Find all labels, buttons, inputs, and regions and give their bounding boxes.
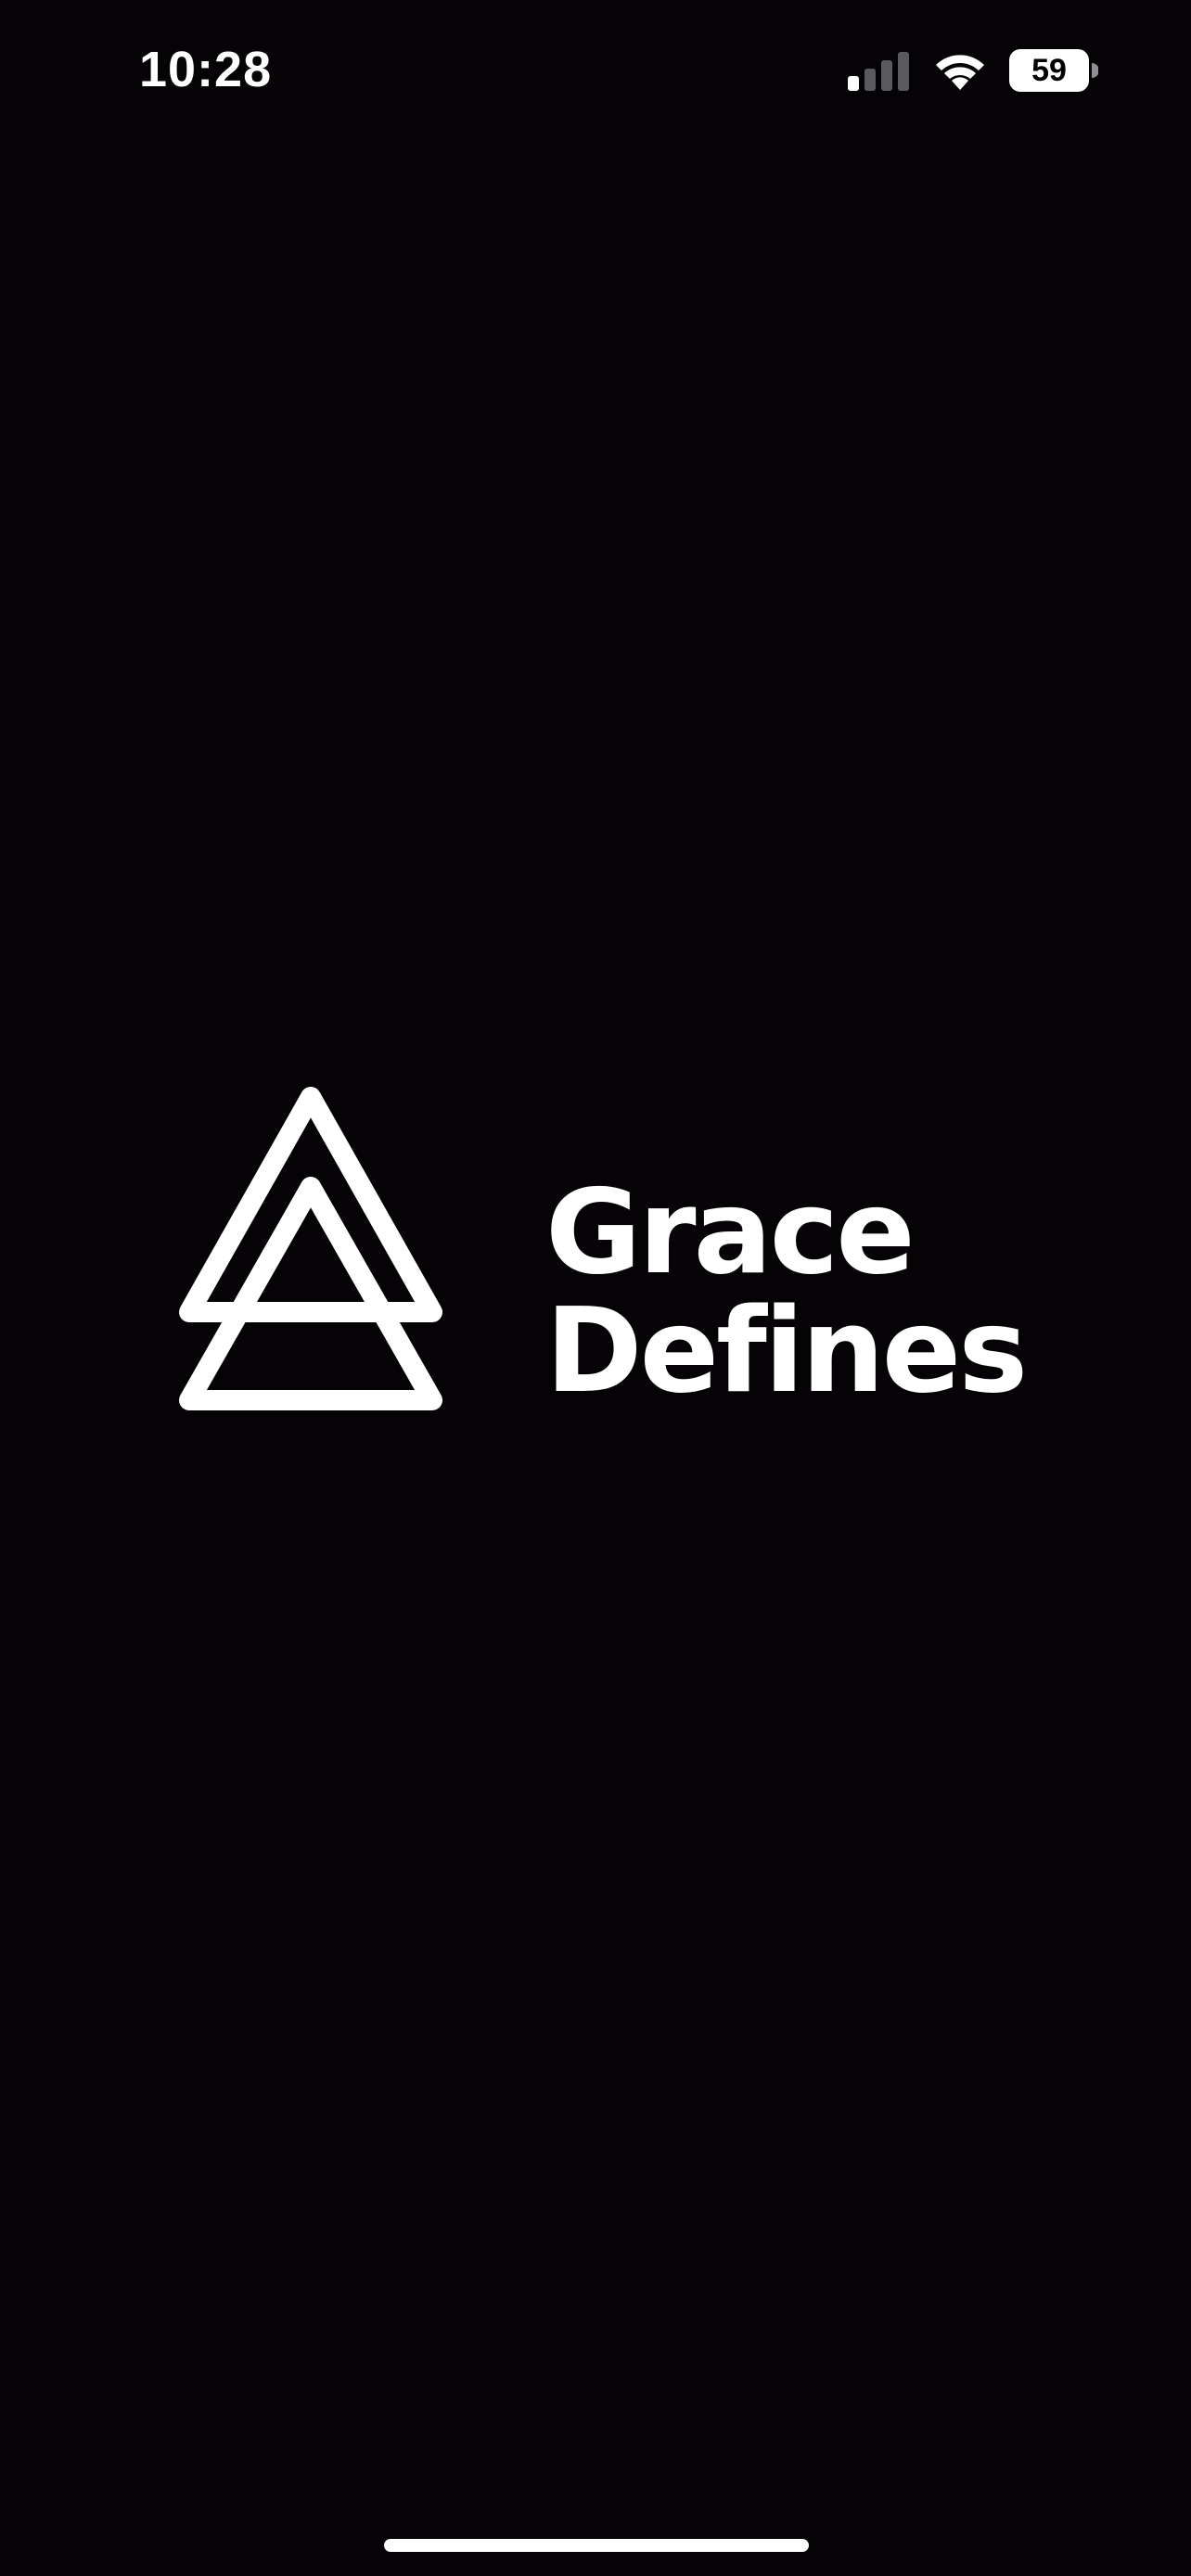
brand-name-line-1: Grace — [545, 1164, 916, 1300]
cellular-signal-icon — [848, 50, 911, 91]
stacked-triangles-logo-icon — [179, 1087, 442, 1410]
wifi-icon — [931, 49, 989, 92]
brand-name-line-2: Defines — [545, 1282, 1028, 1419]
splash-screen: 10:28 59 Grace Defines — [0, 0, 1191, 2576]
home-indicator[interactable] — [384, 2539, 809, 2552]
status-time: 10:28 — [139, 42, 273, 97]
battery-icon: 59 — [1009, 49, 1098, 92]
battery-percentage: 59 — [1031, 53, 1067, 88]
status-bar: 10:28 59 — [0, 0, 1191, 139]
brand-logo: Grace Defines — [176, 1085, 1028, 1437]
status-indicators: 59 — [848, 46, 1098, 95]
brand-name: Grace Defines — [545, 1164, 1028, 1419]
